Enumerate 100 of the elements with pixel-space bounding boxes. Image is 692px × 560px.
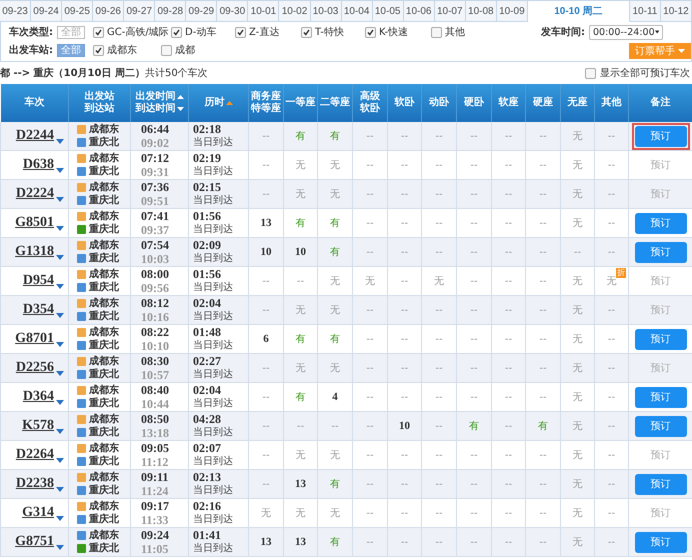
date-tab[interactable]: 10-12: [660, 0, 692, 22]
seat-availability: --: [366, 536, 374, 548]
departure-time: 07:36: [141, 180, 169, 194]
seat-availability: --: [608, 160, 616, 170]
seat-availability: --: [366, 420, 374, 432]
checkbox[interactable]: [93, 26, 104, 38]
caret-icon[interactable]: [56, 226, 64, 231]
date-tab[interactable]: 09-27: [124, 0, 156, 22]
seat-availability: 有: [296, 218, 306, 229]
checkbox[interactable]: [161, 44, 172, 56]
departure-time: 08:40: [141, 384, 169, 396]
departure-time: 08:00: [141, 268, 169, 280]
checkbox[interactable]: [301, 26, 312, 38]
checkbox[interactable]: [365, 26, 376, 38]
seat-availability: --: [366, 130, 374, 142]
seat-availability: --: [539, 246, 547, 258]
option-label: 成都东: [107, 44, 137, 57]
seat-availability: --: [400, 246, 408, 258]
date-tab[interactable]: 09-24: [31, 0, 62, 22]
column-header: 车次: [0, 84, 68, 122]
column-header: 硬卧: [456, 84, 492, 122]
date-tab[interactable]: 10-03: [310, 0, 342, 22]
seat-availability: --: [539, 450, 547, 460]
station-name: 重庆北: [89, 398, 119, 410]
date-tab[interactable]: 09-25: [62, 0, 94, 22]
arrival-time: 09:31: [141, 166, 169, 178]
date-tab[interactable]: 10-04: [342, 0, 373, 22]
caret-icon[interactable]: [56, 313, 64, 318]
arrival-time: 10:44: [141, 398, 169, 410]
arrival-time: 11:24: [141, 484, 168, 498]
date-tab[interactable]: 09-23: [0, 0, 32, 22]
seat-availability: --: [470, 362, 478, 374]
arrival-day: 当日到达: [193, 398, 233, 410]
departure-time: 07:41: [141, 210, 169, 222]
seat-availability: 13: [295, 536, 306, 548]
caret-icon[interactable]: [56, 545, 64, 550]
caret-icon[interactable]: [56, 342, 64, 347]
filter-label: 发车时间:: [541, 25, 585, 39]
seat-availability: 有: [330, 537, 340, 548]
checkbox[interactable]: [93, 44, 104, 56]
sort-down-icon[interactable]: [176, 106, 184, 112]
arrival-day: 当日到达: [193, 253, 233, 265]
duration: 02:19: [193, 152, 221, 165]
caret-icon[interactable]: [56, 139, 64, 144]
date-tab[interactable]: 10-08: [466, 0, 497, 22]
checkbox[interactable]: [585, 68, 596, 78]
seat-availability: 有: [296, 392, 306, 403]
duration: 02:27: [193, 355, 221, 368]
time-select[interactable]: 00:00--24:00: [589, 24, 663, 40]
seat-availability: --: [504, 130, 512, 142]
seat-availability: 无: [572, 160, 582, 171]
checkbox[interactable]: [431, 26, 442, 38]
date-tab[interactable]: 09-29: [186, 0, 218, 22]
caret-icon[interactable]: [56, 400, 64, 405]
seat-availability: --: [262, 450, 270, 460]
checkbox[interactable]: [171, 26, 182, 38]
date-tab[interactable]: 09-30: [217, 0, 248, 22]
departure-time: 07:54: [141, 238, 169, 252]
caret-icon[interactable]: [56, 168, 64, 173]
seat-availability: --: [470, 478, 478, 490]
duration: 02:15: [193, 181, 221, 194]
departure-time: 08:30: [141, 354, 169, 368]
arrival-day: 当日到达: [193, 485, 233, 497]
date-tab[interactable]: 10-06: [404, 0, 435, 22]
caret-icon[interactable]: [56, 516, 64, 521]
date-tab[interactable]: 10-09: [496, 0, 528, 22]
checkbox[interactable]: [235, 26, 246, 38]
caret-icon[interactable]: [56, 197, 64, 202]
date-tab[interactable]: 09-28: [155, 0, 186, 22]
seat-availability: --: [504, 334, 512, 344]
seat-availability: 无: [572, 218, 582, 229]
duration: 02:07: [193, 442, 221, 455]
seat-availability: --: [470, 160, 478, 170]
date-tab[interactable]: 09-26: [93, 0, 124, 22]
date-tab[interactable]: 10-07: [434, 0, 466, 22]
seat-availability: --: [539, 362, 547, 374]
caret-icon[interactable]: [56, 487, 64, 492]
sort-up-icon[interactable]: [176, 94, 184, 100]
start-station-icon: [77, 357, 86, 366]
arrival-time: 09:51: [141, 194, 169, 208]
date-tab[interactable]: 10-05: [372, 0, 404, 22]
start-station-icon: [77, 270, 86, 279]
date-tab[interactable]: 10-11: [630, 0, 661, 22]
seat-availability: --: [539, 160, 547, 170]
caret-icon[interactable]: [56, 371, 64, 376]
caret-icon[interactable]: [56, 458, 64, 463]
date-tab[interactable]: 10-01: [248, 0, 280, 22]
departure-time: 09:05: [141, 442, 169, 454]
seat-availability: --: [504, 450, 512, 460]
duration: 02:09: [193, 239, 221, 252]
option-label: T-特快: [315, 26, 344, 39]
seat-availability: --: [435, 130, 443, 142]
station-name: 成都东: [89, 124, 119, 136]
date-tab[interactable]: 10-02: [279, 0, 311, 22]
caret-icon[interactable]: [56, 255, 64, 260]
date-tab[interactable]: 10-10 周二: [528, 0, 630, 22]
caret-icon[interactable]: [56, 284, 64, 289]
seat-availability: 13: [260, 217, 272, 229]
seat-availability: 无: [572, 450, 582, 461]
caret-icon[interactable]: [56, 429, 64, 434]
